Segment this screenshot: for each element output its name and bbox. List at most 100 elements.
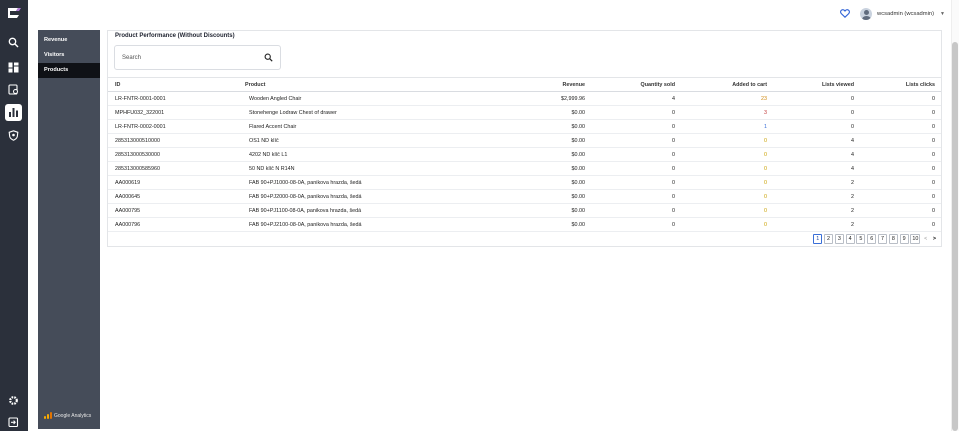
table-row[interactable]: AA000795 FAB 90+PJ1100-08-0A, panikova hr… xyxy=(108,204,941,218)
dashboard-icon[interactable] xyxy=(5,59,22,76)
cell-quantity-sold: 0 xyxy=(672,109,675,116)
cell-id: 285313000530000 xyxy=(115,151,160,158)
cell-id: LR-FNTR-0002-0001 xyxy=(115,123,166,130)
cell-product: 4202 ND klíč L1 xyxy=(249,151,288,158)
column-header-lists-clicks[interactable]: Lists clicks xyxy=(906,78,935,91)
cell-product: FAB 90+PJ1000-08-0A, panikova hrazda, še… xyxy=(249,179,362,186)
scrollbar-thumb[interactable] xyxy=(952,42,958,431)
cell-lists-viewed: 0 xyxy=(851,95,854,102)
table-row[interactable]: LR-FNTR-0002-0001 Flared Accent Chair $0.0… xyxy=(108,120,941,134)
cell-quantity-sold: 0 xyxy=(672,221,675,228)
next-page-button[interactable]: > xyxy=(931,234,938,244)
cell-revenue: $0.00 xyxy=(571,165,586,172)
google-analytics-icon xyxy=(44,412,52,419)
cell-lists-clicks: 0 xyxy=(932,221,935,228)
cell-product: OS1 ND klíč xyxy=(249,137,279,144)
cell-quantity-sold: 0 xyxy=(672,123,675,130)
prev-page-button[interactable]: < xyxy=(922,234,930,244)
cell-added-to-cart: 23 xyxy=(761,95,767,102)
cell-revenue: $2,999.96 xyxy=(561,95,585,102)
table-row[interactable]: 285313000510000 OS1 ND klíč $0.00 0 0 4 0 xyxy=(108,134,941,148)
page-button[interactable]: 8 xyxy=(888,234,898,244)
subnav-item-visitors[interactable]: Visitors xyxy=(38,48,100,63)
cell-quantity-sold: 0 xyxy=(672,207,675,214)
page-button[interactable]: 6 xyxy=(867,234,877,244)
page-button[interactable]: 10 xyxy=(910,234,921,244)
cell-added-to-cart: 0 xyxy=(764,207,767,214)
cell-revenue: $0.00 xyxy=(571,193,586,200)
table-row[interactable]: 285313000530000 4202 ND klíč L1 $0.00 0 0 4 0 xyxy=(108,148,941,162)
favorites-heart-icon[interactable] xyxy=(840,8,850,20)
logo-icon[interactable] xyxy=(6,6,22,20)
column-header-added-to-cart[interactable]: Added to cart xyxy=(732,78,767,91)
cell-added-to-cart: 0 xyxy=(764,151,767,158)
avatar[interactable] xyxy=(860,8,873,20)
page-button[interactable]: 7 xyxy=(878,234,888,244)
cell-id: LR-FNTR-0001-0001 xyxy=(115,95,166,102)
subnav-item-products[interactable]: Products xyxy=(38,63,100,78)
cell-revenue: $0.00 xyxy=(571,123,586,130)
page-title: Product Performance (Without Discounts) xyxy=(115,33,235,39)
cell-lists-viewed: 2 xyxy=(851,207,854,214)
cell-lists-viewed: 2 xyxy=(851,179,854,186)
column-header-quantity-sold[interactable]: Quantity sold xyxy=(641,78,675,91)
cell-lists-clicks: 0 xyxy=(932,123,935,130)
cell-lists-clicks: 0 xyxy=(932,137,935,144)
table-row[interactable]: 285313000585960 50 ND klíč N R14N $0.00 0 0 4… xyxy=(108,162,941,176)
cell-product: FAB 90+PJ2000-08-0A, panikova hrazda, še… xyxy=(249,193,362,200)
cell-product: Stonehenge Lodraw Chest of drawer xyxy=(249,109,337,116)
reports-icon[interactable] xyxy=(5,81,22,98)
table-row[interactable]: AA000645 FAB 90+PJ2000-08-0A, panikova hr… xyxy=(108,190,941,204)
cell-lists-clicks: 0 xyxy=(932,95,935,102)
cell-lists-clicks: 0 xyxy=(932,207,935,214)
scrollbar[interactable] xyxy=(951,0,959,431)
column-header-id[interactable]: ID xyxy=(115,78,120,91)
icon-rail xyxy=(0,0,28,431)
table-body: LR-FNTR-0001-0001 Wooden Angled Chair $2,9… xyxy=(108,92,941,232)
cell-product: 50 ND klíč N R14N xyxy=(249,165,295,172)
cell-added-to-cart: 1 xyxy=(764,123,767,130)
product-performance-card: Product Performance (Without Discounts) … xyxy=(107,30,942,247)
cell-revenue: $0.00 xyxy=(571,137,586,144)
logout-icon[interactable] xyxy=(5,414,22,431)
cell-quantity-sold: 0 xyxy=(672,151,675,158)
cell-product: FAB 90+PJ1100-08-0A, panikova hrazda, še… xyxy=(249,207,362,214)
analytics-icon[interactable] xyxy=(5,104,22,121)
search-icon[interactable] xyxy=(5,34,22,51)
page-button[interactable]: 4 xyxy=(845,234,855,244)
column-header-lists-viewed[interactable]: Lists viewed xyxy=(822,78,854,91)
cell-quantity-sold: 4 xyxy=(672,95,675,102)
cell-product: FAB 90+PJ2100-08-0A, panikova hrazda, še… xyxy=(249,221,362,228)
subnav-item-revenue[interactable]: Revenue xyxy=(38,33,100,48)
search-icon[interactable] xyxy=(264,53,273,62)
chevron-down-icon[interactable]: ▼ xyxy=(940,11,945,17)
cell-revenue: $0.00 xyxy=(571,151,586,158)
page-button[interactable]: 5 xyxy=(856,234,866,244)
table-row[interactable]: MPHFU032_322001 Stonehenge Lodraw Chest o… xyxy=(108,106,941,120)
settings-icon[interactable] xyxy=(5,392,22,409)
cell-added-to-cart: 0 xyxy=(764,165,767,172)
search-input[interactable]: Search xyxy=(114,45,281,70)
analytics-subnav: Revenue Visitors Products Google Analyti… xyxy=(38,30,100,429)
column-header-product[interactable]: Product xyxy=(245,78,265,91)
page-button[interactable]: 3 xyxy=(834,234,844,244)
table-row[interactable]: LR-FNTR-0001-0001 Wooden Angled Chair $2,9… xyxy=(108,92,941,106)
page-button[interactable]: 1 xyxy=(813,234,823,244)
cell-product: Wooden Angled Chair xyxy=(249,95,302,102)
cell-revenue: $0.00 xyxy=(571,221,586,228)
cell-id: AA000795 xyxy=(115,207,141,214)
cell-lists-viewed: 4 xyxy=(851,137,854,144)
user-name[interactable]: wcsadmin (wcsadmin) xyxy=(877,11,934,17)
page-button[interactable]: 9 xyxy=(899,234,909,244)
cell-lists-viewed: 2 xyxy=(851,221,854,228)
page-button[interactable]: 2 xyxy=(824,234,834,244)
table-row[interactable]: AA000796 FAB 90+PJ2100-08-0A, panikova hr… xyxy=(108,218,941,232)
cell-lists-viewed: 0 xyxy=(851,123,854,130)
cell-id: MPHFU032_322001 xyxy=(115,109,165,116)
cell-revenue: $0.00 xyxy=(571,207,586,214)
cell-id: 285313000510000 xyxy=(115,137,160,144)
column-header-revenue[interactable]: Revenue xyxy=(563,78,585,91)
shield-icon[interactable] xyxy=(5,127,22,144)
table-row[interactable]: AA000619 FAB 90+PJ1000-08-0A, panikova hr… xyxy=(108,176,941,190)
cell-added-to-cart: 0 xyxy=(764,193,767,200)
